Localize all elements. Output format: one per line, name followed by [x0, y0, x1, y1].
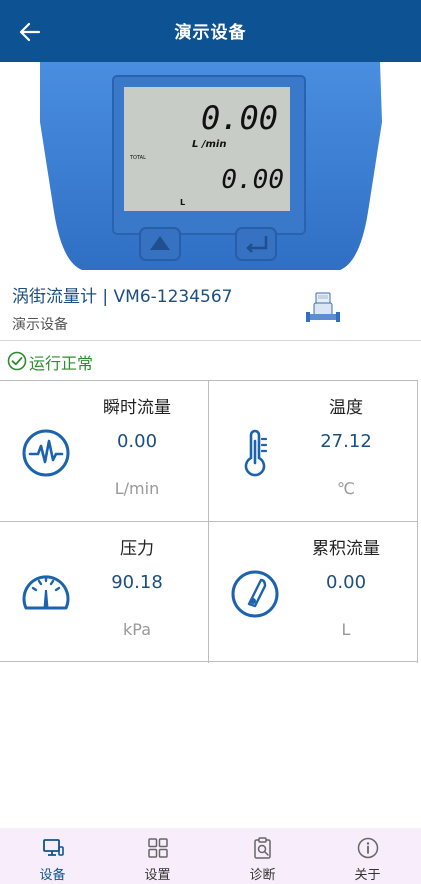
metric-value: 90.18 — [111, 572, 163, 593]
tab-label: 诊断 — [249, 868, 276, 883]
metric-unit: L — [341, 620, 351, 639]
tab-label: 关于 — [354, 868, 381, 883]
gauge-icon — [22, 575, 70, 610]
metric-unit: L/min — [114, 479, 160, 498]
tab-about[interactable]: 关于 — [315, 828, 420, 884]
bottom-tab-bar: 设备 设置 诊断 关于 — [0, 828, 421, 884]
metric-instant-flow: 瞬时流量 0.00 L/min — [0, 381, 209, 522]
device-name: 涡街流量计 | VM6-1234567 — [12, 287, 233, 307]
lcd-flow-value: 0.00 — [201, 99, 278, 137]
tab-label: 设置 — [144, 868, 171, 883]
lcd-total-unit: L — [180, 198, 185, 207]
device-icon — [43, 839, 64, 856]
app-header: 演示设备 — [0, 0, 421, 62]
tab-label: 设备 — [39, 868, 66, 883]
page-title: 演示设备 — [174, 23, 247, 43]
tab-settings[interactable]: 设置 — [105, 828, 210, 884]
device-photo: 0.00 L /min TOTAL 0.00 L — [0, 62, 421, 270]
flow-meter-icon — [231, 570, 279, 618]
metrics-grid: 瞬时流量 0.00 L/min 温度 27.12 ℃ 压力 90.18 kPa … — [0, 380, 418, 663]
metric-unit: kPa — [123, 620, 151, 639]
metric-value: 27.12 — [320, 431, 372, 452]
device-subtitle: 演示设备 — [12, 317, 68, 333]
check-circle-icon — [7, 351, 27, 371]
metric-temperature: 温度 27.12 ℃ — [209, 381, 418, 522]
device-thumbnail-icon[interactable] — [306, 290, 340, 324]
metric-title: 压力 — [120, 539, 154, 559]
info-icon — [357, 837, 379, 859]
thermometer-icon — [244, 429, 268, 477]
clipboard-search-icon — [254, 837, 271, 859]
metric-title: 累积流量 — [312, 539, 380, 559]
tab-diagnosis[interactable]: 诊断 — [210, 828, 315, 884]
device-info: 涡街流量计 | VM6-1234567 演示设备 — [0, 272, 421, 340]
waveform-icon — [22, 429, 70, 477]
grid-icon — [148, 838, 168, 858]
lcd-total-value: 0.00 — [221, 165, 284, 195]
lcd-flow-unit: L /min — [192, 139, 226, 150]
metric-title: 温度 — [329, 398, 363, 418]
metric-unit: ℃ — [337, 479, 355, 498]
tab-device[interactable]: 设备 — [0, 828, 105, 884]
status-text: 运行正常 — [29, 354, 94, 373]
metric-value: 0.00 — [116, 431, 158, 452]
metric-total-flow: 累积流量 0.00 L — [209, 522, 418, 663]
enter-key — [235, 227, 277, 261]
lcd-total-label: TOTAL — [129, 155, 146, 161]
metric-value: 0.00 — [325, 572, 367, 593]
metric-pressure: 压力 90.18 kPa — [0, 522, 209, 663]
metric-title: 瞬时流量 — [103, 398, 171, 418]
status-row: 运行正常 — [0, 340, 421, 380]
